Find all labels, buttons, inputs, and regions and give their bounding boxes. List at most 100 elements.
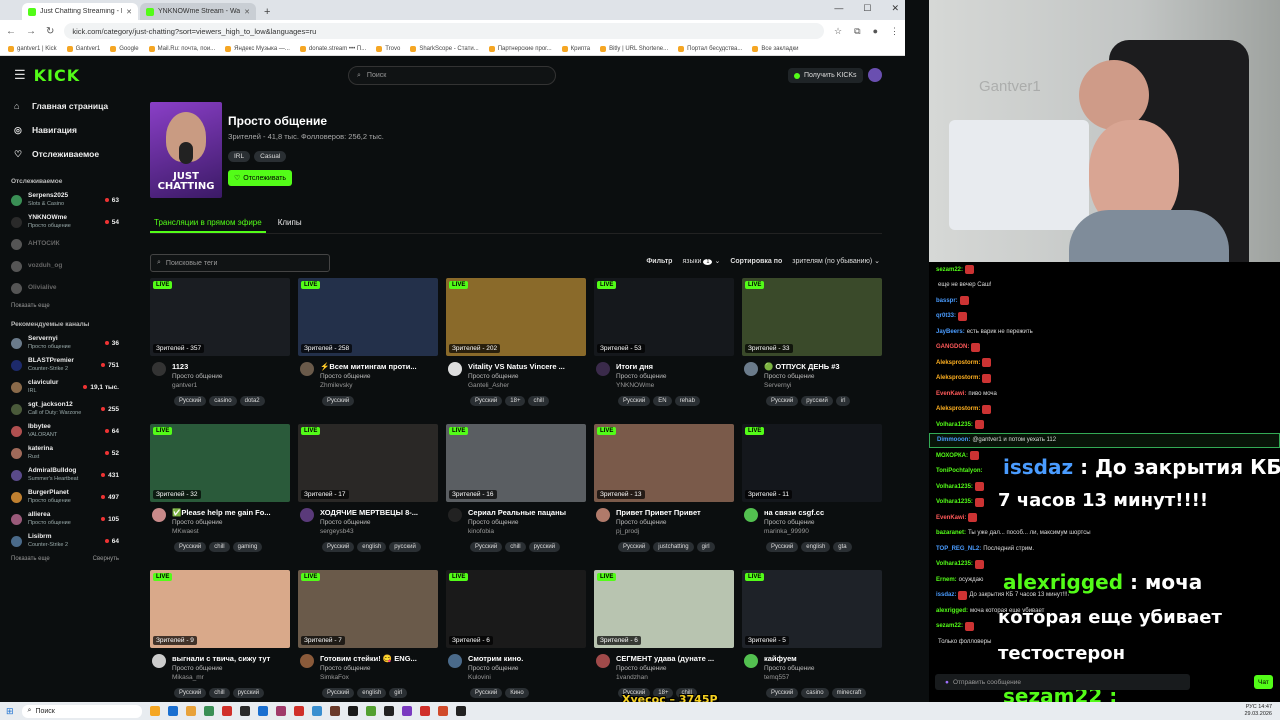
stream-category[interactable]: Просто общение xyxy=(172,373,223,380)
stream-thumbnail[interactable]: LIVE Зрителей - 6 xyxy=(446,570,586,648)
chat-input[interactable]: ● Отправить сообщение xyxy=(935,674,1190,690)
stream-card[interactable]: LIVE Зрителей - 13 Привет Привет Привет Про… xyxy=(594,424,734,564)
stream-thumbnail[interactable]: LIVE Зрителей - 6 xyxy=(594,570,734,648)
stream-title[interactable]: Готовим стейки! 😋 ENG... xyxy=(320,654,438,663)
taskbar-app-icon[interactable] xyxy=(347,706,358,716)
stream-title[interactable]: СЕГМЕНТ удава (дунате ... xyxy=(616,654,734,663)
stream-thumbnail[interactable]: LIVE Зрителей - 357 xyxy=(150,278,290,356)
stream-tag[interactable]: casino xyxy=(209,396,237,406)
bookmark-item[interactable]: gantver1 | Kick xyxy=(8,45,57,52)
stream-tag[interactable]: chill xyxy=(528,396,549,406)
stream-category[interactable]: Просто общение xyxy=(764,373,815,380)
stream-tag[interactable]: girl xyxy=(696,542,715,552)
streamer-avatar[interactable] xyxy=(596,654,610,668)
stream-card[interactable]: LIVE Зрителей - 17 ХОДЯЧИЕ МЕРТВЕЦЫ 8-... П… xyxy=(298,424,438,564)
stream-tag[interactable]: Русский xyxy=(618,396,651,406)
maximize-icon[interactable]: ☐ xyxy=(863,3,871,14)
stream-card[interactable]: LIVE Зрителей - 7 Готовим стейки! 😋 ENG...… xyxy=(298,570,438,702)
stream-tag[interactable]: chill xyxy=(505,542,526,552)
stream-category[interactable]: Просто общение xyxy=(764,519,815,526)
sidebar-channel[interactable]: vozduh_og xyxy=(0,255,130,277)
sidebar-channel[interactable]: claviculur IRL 19,1 тыс. xyxy=(0,376,130,398)
streamer-name[interactable]: Mikasa_mr xyxy=(172,674,204,681)
stream-tag[interactable]: rehab xyxy=(674,396,700,406)
stream-tag[interactable]: minecraft xyxy=(831,688,867,698)
reload-icon[interactable]: ↻ xyxy=(46,26,54,37)
stream-tag[interactable]: english xyxy=(357,542,387,552)
chat-username[interactable]: qr0t33: xyxy=(936,313,956,319)
taskbar-app-icon[interactable] xyxy=(149,706,160,716)
kick-logo[interactable]: KICK xyxy=(34,66,81,85)
chat-send-button[interactable]: Чат xyxy=(1254,675,1273,689)
streamer-name[interactable]: SimkaFox xyxy=(320,674,349,681)
chat-username[interactable]: bazaranet: xyxy=(936,530,966,536)
taskbar-app-icon[interactable] xyxy=(167,706,178,716)
sidebar-channel[interactable]: BurgerPlanet Просто общение 497 xyxy=(0,486,130,508)
stream-card[interactable]: LIVE Зрителей - 16 Сериал Реальные пацаны П… xyxy=(446,424,586,564)
stream-title[interactable]: 🟢 ОТПУСК ДЕНЬ #3 xyxy=(764,362,882,371)
stream-category[interactable]: Просто общение xyxy=(320,519,371,526)
stream-tag[interactable]: Русский xyxy=(766,542,799,552)
category-tag[interactable]: Casual xyxy=(254,151,287,162)
streamer-avatar[interactable] xyxy=(300,362,314,376)
chat-username[interactable]: alexrigged: xyxy=(936,608,968,614)
stream-tag[interactable]: Русский xyxy=(766,688,799,698)
taskbar-app-icon[interactable] xyxy=(383,706,394,716)
streamer-avatar[interactable] xyxy=(152,508,166,522)
streamer-avatar[interactable] xyxy=(448,508,462,522)
stream-category[interactable]: Просто общение xyxy=(616,373,667,380)
stream-thumbnail[interactable]: LIVE Зрителей - 16 xyxy=(446,424,586,502)
stream-card[interactable]: LIVE Зрителей - 33 🟢 ОТПУСК ДЕНЬ #3 Просто … xyxy=(742,278,882,418)
bookmark-item[interactable]: Mail.Ru: почта, пои... xyxy=(148,45,215,52)
taskbar-app-icon[interactable] xyxy=(455,706,466,716)
stream-thumbnail[interactable]: LIVE Зрителей - 258 xyxy=(298,278,438,356)
stream-tag[interactable]: Русский xyxy=(174,688,207,698)
sidebar-channel[interactable]: allierea Просто общение 105 xyxy=(0,508,130,530)
stream-card[interactable]: LIVE Зрителей - 53 Итоги дня Просто общение… xyxy=(594,278,734,418)
sidebar-channel[interactable]: YNKNOWme Просто общение 54 xyxy=(0,211,130,233)
chat-username[interactable]: Volhara1235: xyxy=(936,561,973,567)
stream-tag[interactable]: Русский xyxy=(470,396,503,406)
stream-tag[interactable]: Русский xyxy=(322,688,355,698)
forward-icon[interactable]: → xyxy=(26,26,36,37)
taskbar-app-icon[interactable] xyxy=(203,706,214,716)
streamer-name[interactable]: sergeysb43 xyxy=(320,528,354,535)
chat-username[interactable]: ToniPochtalyon: xyxy=(936,468,983,474)
minimize-icon[interactable]: — xyxy=(834,3,843,14)
stream-title[interactable]: ⚡Всем митингам проти... xyxy=(320,362,438,371)
streamer-avatar[interactable] xyxy=(300,654,314,668)
taskbar-app-icon[interactable] xyxy=(365,706,376,716)
sidebar-channel[interactable]: Lisibrm Counter-Strike 2 64 xyxy=(0,530,130,552)
stream-card[interactable]: LIVE Зрителей - 258 ⚡Всем митингам проти..… xyxy=(298,278,438,418)
close-window-icon[interactable]: ✕ xyxy=(891,3,899,14)
stream-tag[interactable]: dota2 xyxy=(239,396,265,406)
stream-card[interactable]: LIVE Зрителей - 357 1123 Просто общение gant… xyxy=(150,278,290,418)
chat-username[interactable]: Volhara1235: xyxy=(936,484,973,490)
stream-tag[interactable]: chill xyxy=(209,688,230,698)
streamer-avatar[interactable] xyxy=(300,508,314,522)
chat-username[interactable]: Aleksprostorm: xyxy=(936,406,980,412)
stream-category[interactable]: Просто общение xyxy=(172,665,223,672)
taskbar-app-icon[interactable] xyxy=(401,706,412,716)
streamer-name[interactable]: Kulovini xyxy=(468,674,491,681)
chat-username[interactable]: EvenKawi: xyxy=(936,391,966,397)
stream-title[interactable]: Итоги дня xyxy=(616,362,734,371)
stream-title[interactable]: Vitality VS Natus Vincere ... xyxy=(468,362,586,371)
stream-title[interactable]: Привет Привет Привет xyxy=(616,508,734,517)
stream-tag[interactable]: justchatting xyxy=(653,542,694,552)
stream-tag[interactable]: русский xyxy=(528,542,561,552)
profile-icon[interactable]: ● xyxy=(873,26,878,37)
taskbar-app-icon[interactable] xyxy=(275,706,286,716)
chat-username[interactable]: sezam22: xyxy=(936,267,963,273)
windows-search[interactable]: ⌕ Поиск xyxy=(21,704,142,718)
streamer-avatar[interactable] xyxy=(596,362,610,376)
streamer-avatar[interactable] xyxy=(152,654,166,668)
chat-username[interactable]: Volhara1235: xyxy=(936,422,973,428)
stream-thumbnail[interactable]: LIVE Зрителей - 5 xyxy=(742,570,882,648)
chat-username[interactable]: МОХОРКА: xyxy=(936,453,968,459)
stream-card[interactable]: LIVE Зрителей - 6 Смотрим кино. Просто обще… xyxy=(446,570,586,702)
chat-username[interactable]: sezam22: xyxy=(936,623,963,629)
streamer-name[interactable]: kinofobia xyxy=(468,528,494,535)
stream-thumbnail[interactable]: LIVE Зрителей - 17 xyxy=(298,424,438,502)
sidebar-channel[interactable]: Serpens2025 Slots & Casino 63 xyxy=(0,189,130,211)
